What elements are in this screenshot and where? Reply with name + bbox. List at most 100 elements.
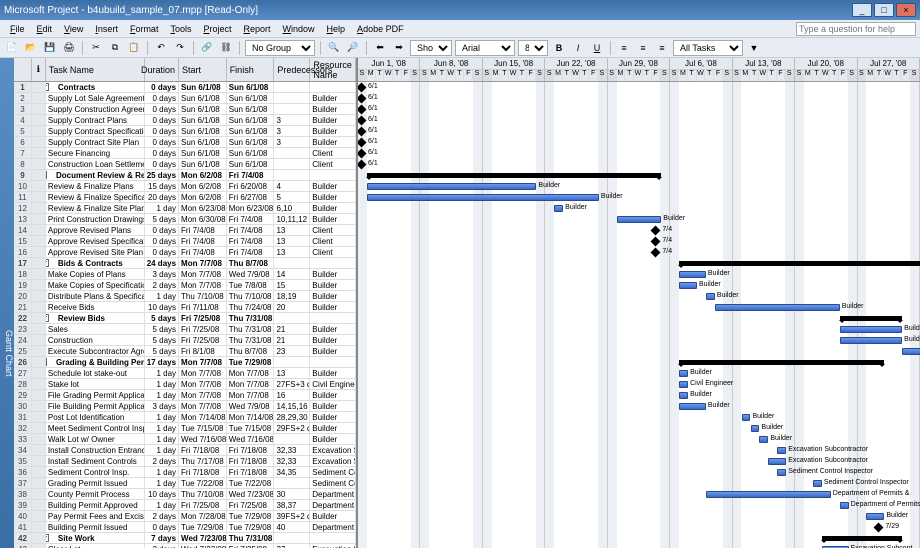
menu-file[interactable]: File (4, 22, 31, 36)
expander-icon[interactable]: − (46, 358, 47, 366)
indent-icon[interactable]: ➡ (391, 40, 407, 56)
task-row[interactable]: 36Sediment Control Insp.1 dayFri 7/18/08… (14, 467, 356, 478)
task-bar[interactable] (706, 491, 831, 498)
task-bar[interactable] (759, 436, 768, 443)
task-row[interactable]: 13Print Construction Drawings5 daysMon 6… (14, 214, 356, 225)
task-row[interactable]: 18Make Copies of Plans3 daysMon 7/7/08We… (14, 269, 356, 280)
task-bar[interactable] (554, 205, 563, 212)
col-id[interactable] (14, 58, 32, 81)
milestone-icon[interactable] (358, 94, 366, 104)
menu-adobe-pdf[interactable]: Adobe PDF (351, 22, 410, 36)
fontsize-select[interactable]: 8 (518, 40, 548, 56)
task-row[interactable]: 10Review & Finalize Plans15 daysMon 6/2/… (14, 181, 356, 192)
new-icon[interactable]: 📄 (4, 40, 20, 56)
task-row[interactable]: 24Construction5 daysFri 7/25/08Thu 7/31/… (14, 335, 356, 346)
task-row[interactable]: 21Receive Bids10 daysFri 7/11/08Thu 7/24… (14, 302, 356, 313)
align-center-icon[interactable]: ≡ (635, 40, 651, 56)
col-start[interactable]: Start (179, 58, 227, 81)
summary-bar[interactable] (679, 261, 920, 266)
task-bar[interactable] (706, 293, 715, 300)
menu-format[interactable]: Format (124, 22, 165, 36)
milestone-icon[interactable] (358, 149, 366, 159)
save-icon[interactable]: 💾 (42, 40, 58, 56)
print-icon[interactable]: 🖨 (61, 40, 77, 56)
expander-icon[interactable]: − (46, 83, 49, 91)
paste-icon[interactable]: 📋 (126, 40, 142, 56)
underline-icon[interactable]: U (589, 40, 605, 56)
minimize-button[interactable]: _ (852, 3, 872, 17)
task-row[interactable]: 29File Grading Permit Application1 dayMo… (14, 390, 356, 401)
sidebar[interactable]: Gantt Chart (0, 58, 14, 548)
task-row[interactable]: 28Stake lot1 dayMon 7/7/08Mon 7/7/0827FS… (14, 379, 356, 390)
task-row[interactable]: 37Grading Permit Issued1 dayTue 7/22/08T… (14, 478, 356, 489)
task-row[interactable]: 14Approve Revised Plans0 daysFri 7/4/08F… (14, 225, 356, 236)
task-row[interactable]: 4Supply Contract Plans0 daysSun 6/1/08Su… (14, 115, 356, 126)
expander-icon[interactable]: − (46, 314, 49, 322)
milestone-icon[interactable] (358, 83, 366, 93)
task-row[interactable]: 42−Site Work7 daysWed 7/23/08Thu 7/31/08 (14, 533, 356, 544)
task-row[interactable]: 35Install Sediment Controls2 daysThu 7/1… (14, 456, 356, 467)
task-row[interactable]: 20Distribute Plans & Specifications1 day… (14, 291, 356, 302)
task-row[interactable]: 9−Document Review & Revision25 daysMon 6… (14, 170, 356, 181)
task-row[interactable]: 32Meet Sediment Control Inspector1 dayTu… (14, 423, 356, 434)
task-row[interactable]: 31Post Lot Identification1 dayMon 7/14/0… (14, 412, 356, 423)
task-bar[interactable] (777, 447, 786, 454)
milestone-icon[interactable] (874, 523, 884, 533)
filter-select[interactable]: All Tasks (673, 40, 743, 56)
task-row[interactable]: 19Make Copies of Specifications2 daysMon… (14, 280, 356, 291)
task-bar[interactable] (902, 348, 920, 355)
task-row[interactable]: 11Review & Finalize Specifications20 day… (14, 192, 356, 203)
task-bar[interactable] (679, 392, 688, 399)
milestone-icon[interactable] (358, 127, 366, 137)
help-search-input[interactable] (796, 22, 916, 36)
task-bar[interactable] (840, 326, 902, 333)
summary-bar[interactable] (840, 316, 902, 321)
task-row[interactable]: 38County Permit Process10 daysThu 7/10/0… (14, 489, 356, 500)
bold-icon[interactable]: B (551, 40, 567, 56)
task-row[interactable]: 43Clear Lot3 daysWed 7/23/08Fri 7/25/083… (14, 544, 356, 548)
zoom-out-icon[interactable]: 🔎 (345, 40, 361, 56)
unlink-icon[interactable]: ⛓ (218, 40, 234, 56)
task-bar[interactable] (367, 183, 536, 190)
autofilter-icon[interactable]: ▼ (746, 40, 762, 56)
task-row[interactable]: 5Supply Contract Specifications0 daysSun… (14, 126, 356, 137)
align-right-icon[interactable]: ≡ (654, 40, 670, 56)
italic-icon[interactable]: I (570, 40, 586, 56)
task-row[interactable]: 16Approve Revised Site Plan0 daysFri 7/4… (14, 247, 356, 258)
redo-icon[interactable]: ↷ (172, 40, 188, 56)
menu-report[interactable]: Report (238, 22, 277, 36)
task-bar[interactable] (840, 337, 902, 344)
task-bar[interactable] (768, 458, 786, 465)
task-row[interactable]: 15Approve Revised Specifications0 daysFr… (14, 236, 356, 247)
task-row[interactable]: 17−Bids & Contracts24 daysMon 7/7/08Thu … (14, 258, 356, 269)
col-taskname[interactable]: Task Name (46, 58, 145, 81)
task-row[interactable]: 30File Building Permit Application3 days… (14, 401, 356, 412)
menu-view[interactable]: View (58, 22, 89, 36)
col-resource[interactable]: Resource Name (310, 58, 356, 81)
link-icon[interactable]: 🔗 (199, 40, 215, 56)
task-row[interactable]: 27Schedule lot stake-out1 dayMon 7/7/08M… (14, 368, 356, 379)
task-row[interactable]: 39Building Permit Approved1 dayFri 7/25/… (14, 500, 356, 511)
expander-icon[interactable]: − (46, 259, 49, 267)
maximize-button[interactable]: □ (874, 3, 894, 17)
summary-bar[interactable] (822, 536, 902, 541)
task-bar[interactable] (367, 194, 599, 201)
task-row[interactable]: 8Construction Loan Settlement0 daysSun 6… (14, 159, 356, 170)
cut-icon[interactable]: ✂ (88, 40, 104, 56)
task-row[interactable]: 3Supply Construction Agreement0 daysSun … (14, 104, 356, 115)
outdent-icon[interactable]: ⬅ (372, 40, 388, 56)
expander-icon[interactable]: − (46, 534, 49, 542)
milestone-icon[interactable] (651, 248, 661, 258)
task-row[interactable]: 41Building Permit Issued0 daysTue 7/29/0… (14, 522, 356, 533)
menu-insert[interactable]: Insert (89, 22, 124, 36)
milestone-icon[interactable] (358, 116, 366, 126)
open-icon[interactable]: 📂 (23, 40, 39, 56)
task-bar[interactable] (679, 381, 688, 388)
menu-tools[interactable]: Tools (164, 22, 197, 36)
close-button[interactable]: × (896, 3, 916, 17)
task-bar[interactable] (866, 513, 884, 520)
task-row[interactable]: 40Pay Permit Fees and Excise Taxes2 days… (14, 511, 356, 522)
milestone-icon[interactable] (651, 237, 661, 247)
task-row[interactable]: 34Install Construction Entrance1 dayFri … (14, 445, 356, 456)
menu-window[interactable]: Window (277, 22, 321, 36)
